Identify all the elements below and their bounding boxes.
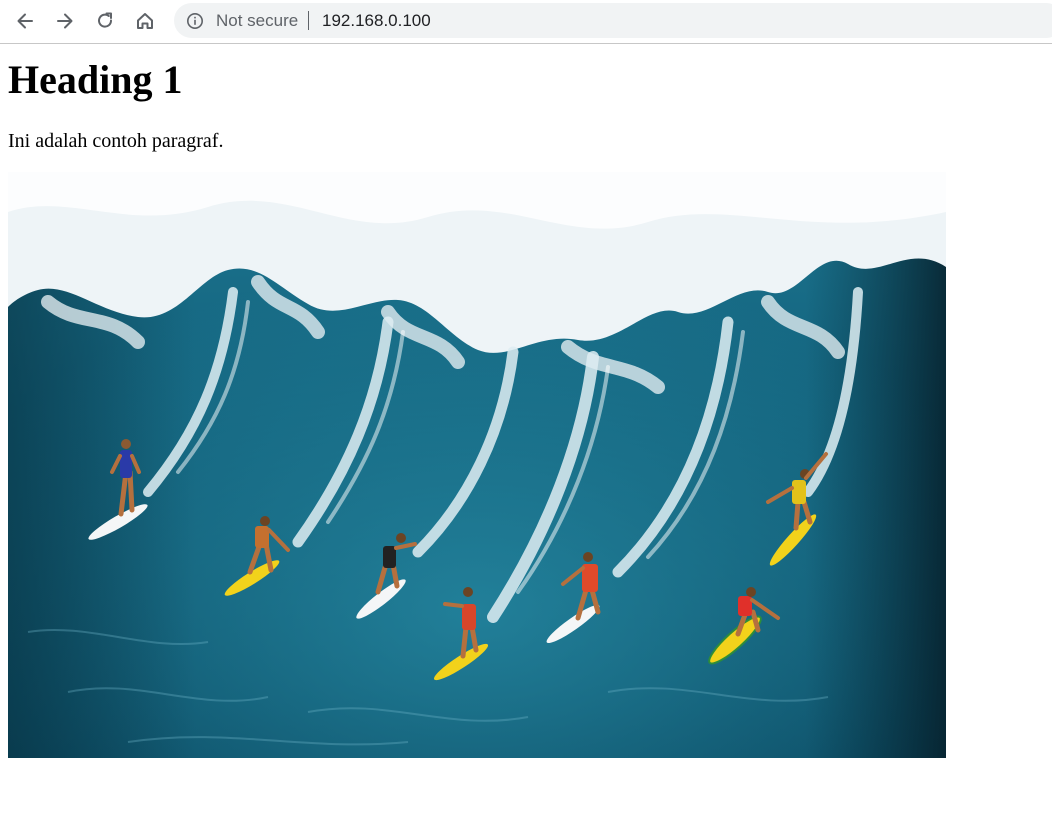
arrow-left-icon <box>17 13 33 29</box>
page-content: Heading 1 Ini adalah contoh paragraf. <box>8 44 1044 758</box>
back-button[interactable] <box>9 5 41 37</box>
surfing-photo <box>8 172 946 758</box>
home-icon <box>137 13 153 29</box>
page-paragraph: Ini adalah contoh paragraf. <box>8 130 224 152</box>
reload-icon <box>98 12 113 28</box>
page-heading: Heading 1 <box>8 57 183 102</box>
info-circle-icon[interactable] <box>186 12 204 30</box>
forward-button[interactable] <box>49 5 81 37</box>
security-status-label[interactable]: Not secure <box>216 11 298 31</box>
browser-toolbar: Not secure 192.168.0.100 <box>0 0 1052 44</box>
reload-button[interactable] <box>89 5 121 37</box>
url-text[interactable]: 192.168.0.100 <box>322 11 431 31</box>
omnibox-divider <box>308 11 309 30</box>
arrow-right-icon <box>57 13 73 29</box>
home-button[interactable] <box>129 5 161 37</box>
address-bar[interactable]: Not secure 192.168.0.100 <box>174 3 1052 38</box>
